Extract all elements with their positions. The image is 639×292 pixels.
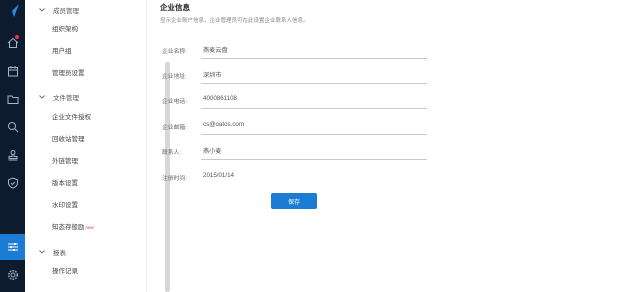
approval-button[interactable] [0, 143, 25, 167]
menu-item-org-structure[interactable]: 组织架构 [52, 24, 78, 36]
field-label: 联系人: [162, 150, 182, 156]
field-label: 企业邮箱: [162, 125, 187, 131]
contact-person-input[interactable]: 燕小麦 [203, 146, 222, 155]
chevron-down-icon [39, 250, 45, 254]
stamp-icon [8, 150, 17, 161]
company-email-input[interactable]: cs@oatos.com [203, 121, 244, 128]
chevron-down-icon [39, 95, 45, 99]
company-name-row: 企业名称: 燕麦云盘 [148, 42, 639, 60]
contact-person-row: 联系人: 燕小麦 [148, 143, 639, 161]
calendar-button[interactable] [0, 59, 25, 83]
company-email-row: 企业邮箱: cs@oatos.com [148, 118, 639, 136]
field-label: 企业电话: [162, 99, 187, 105]
settings-manage-button[interactable] [0, 234, 25, 260]
field-label: 企业地址: [162, 74, 187, 80]
field-label: 注册时间: [162, 176, 187, 182]
menu-group-label: 文件管理 [53, 95, 79, 102]
company-address-row: 企业地址: 深圳市 [148, 67, 639, 85]
menu-item-file-authorization[interactable]: 企业文件授权 [52, 112, 91, 124]
shield-icon [7, 177, 18, 189]
logo-icon [6, 4, 19, 17]
settings-submenu: 成员管理 组织架构 用户组 管理员设置 文件管理 企业文件授权 回收站管理 外链… [25, 0, 170, 292]
company-phone-input[interactable]: 4000861108 [203, 95, 237, 102]
input-underline [201, 58, 427, 59]
page-subtitle: 显示企业账户信息，企业管理员可在此设置企业联系人信息。 [160, 18, 309, 24]
menu-group-files[interactable]: 文件管理 [25, 90, 140, 104]
folder-icon [7, 95, 18, 104]
security-button[interactable] [0, 171, 25, 195]
company-info-panel: 企业信息 显示企业账户信息，企业管理员可在此设置企业联系人信息。 企业名称: 燕… [148, 0, 639, 292]
input-underline [201, 108, 427, 109]
menu-item-admin-settings[interactable]: 管理员设置 [52, 68, 85, 80]
field-label: 企业名称: [162, 49, 187, 55]
new-badge: new [85, 225, 94, 230]
save-button[interactable]: 保存 [271, 193, 317, 209]
home-button[interactable] [0, 31, 25, 55]
company-name-input[interactable]: 燕麦云盘 [203, 45, 228, 54]
calendar-icon [7, 66, 18, 77]
page-title: 企业信息 [160, 3, 190, 12]
menu-item-user-groups[interactable]: 用户组 [52, 46, 72, 58]
menu-group-label: 报表 [53, 250, 66, 257]
menu-item-watermark[interactable]: 水印设置 [52, 200, 78, 212]
input-underline [201, 159, 427, 160]
register-time-row: 注册时间: 2015/01/14 [148, 169, 639, 187]
input-underline [201, 134, 427, 135]
gear-button[interactable] [0, 263, 25, 287]
menu-group-reports[interactable]: 报表 [25, 245, 140, 259]
menu-item-operation-log[interactable]: 操作记录 [52, 266, 78, 278]
menu-group-label: 成员管理 [53, 8, 79, 15]
menu-item-new-feature[interactable]: 知态存般励new [52, 222, 94, 234]
notification-dot [15, 35, 19, 39]
input-underline [201, 83, 427, 84]
folder-button[interactable] [0, 87, 25, 111]
menu-item-recycle-bin[interactable]: 回收站管理 [52, 134, 85, 146]
search-icon [7, 122, 18, 133]
register-time-value: 2015/01/14 [203, 172, 234, 179]
menu-item-external-links[interactable]: 外链管理 [52, 156, 78, 168]
chevron-down-icon [39, 8, 45, 12]
menu-item-label: 知态存般励 [52, 224, 85, 231]
sliders-icon [7, 243, 18, 251]
company-address-input[interactable]: 深圳市 [203, 70, 222, 79]
icon-rail [0, 0, 25, 292]
menu-group-members[interactable]: 成员管理 [25, 3, 140, 17]
search-button[interactable] [0, 115, 25, 139]
menu-item-version-settings[interactable]: 版本设置 [52, 178, 78, 190]
company-phone-row: 企业电话: 4000861108 [148, 92, 639, 110]
gear-icon [7, 269, 18, 281]
